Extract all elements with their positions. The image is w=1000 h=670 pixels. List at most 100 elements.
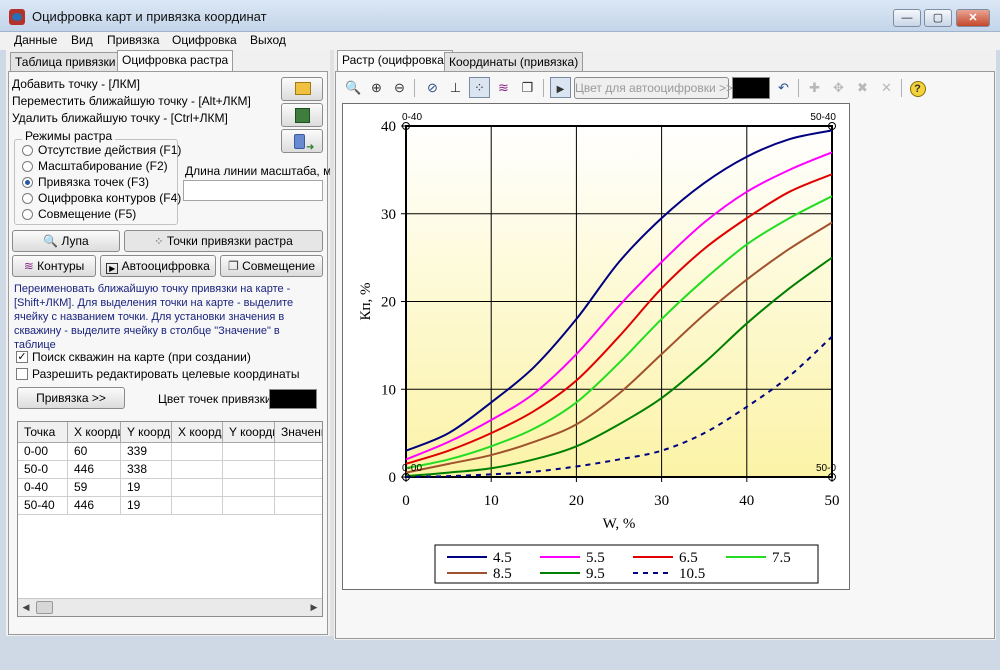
scroll-right-icon[interactable]: ▶	[306, 599, 322, 616]
contours-icon: ≋	[23, 259, 34, 273]
table-cell[interactable]: 59	[68, 479, 121, 497]
table-horizontal-scrollbar[interactable]: ◀ ▶	[18, 598, 322, 616]
table-cell[interactable]: 0-40	[18, 479, 68, 497]
legend-label: 9.5	[586, 566, 605, 582]
autodigit-color-button[interactable]: Цвет для автооцифровки >>	[574, 77, 733, 99]
x-tick-label: 30	[654, 493, 669, 509]
undo-button[interactable]: ↶	[773, 77, 794, 98]
menu-exit[interactable]: Выход	[250, 33, 286, 47]
hint-move-point: Переместить ближайшую точку - [Alt+ЛКМ]	[12, 94, 251, 108]
no-action-tool[interactable]: ⊘	[422, 77, 443, 98]
points-color-swatch[interactable]	[269, 389, 317, 409]
radio-zoom[interactable]	[22, 161, 33, 172]
autodigit-button[interactable]: ▶ Автооцифровка	[100, 255, 216, 277]
contours-button[interactable]: ≋ Контуры	[12, 255, 96, 277]
magnifier-button[interactable]: 🔍 Лупа	[12, 230, 120, 252]
scale-tool[interactable]: ⊥	[445, 77, 466, 98]
table-cell[interactable]	[172, 461, 223, 479]
move-point-button[interactable]: ✥	[828, 77, 849, 98]
combine-tool[interactable]: ❐	[517, 77, 538, 98]
arrow-right-icon: ➜	[306, 142, 315, 153]
zoom-out-button[interactable]: ⊖	[389, 77, 410, 98]
tab-raster[interactable]: Растр (оцифровка)	[337, 50, 453, 72]
search-wells-label: Поиск скважин на карте (при создании)	[32, 350, 251, 364]
column-header-x-source[interactable]: X коорди	[68, 422, 121, 443]
table-cell[interactable]: 50-0	[18, 461, 68, 479]
radio-no-action-label: Отсутствие действия (F1)	[38, 143, 182, 157]
radio-combine-label: Совмещение (F5)	[38, 207, 137, 221]
allow-edit-checkbox[interactable]	[16, 368, 28, 380]
table-cell[interactable]	[172, 443, 223, 461]
column-header-point[interactable]: Точка	[18, 422, 68, 443]
binding-button[interactable]: Привязка >>	[17, 387, 125, 409]
table-cell[interactable]: 19	[121, 479, 172, 497]
table-cell[interactable]	[275, 479, 322, 497]
help-button[interactable]: ?	[907, 77, 928, 98]
export-button[interactable]: ➜	[281, 129, 323, 153]
table-cell[interactable]	[275, 443, 322, 461]
table-cell[interactable]: 339	[121, 443, 172, 461]
zoom-in-button[interactable]: ⊕	[366, 77, 387, 98]
autodigit-color-swatch[interactable]	[732, 77, 770, 99]
y-tick-label: 10	[381, 382, 396, 398]
menu-view[interactable]: Вид	[71, 33, 93, 47]
open-raster-button[interactable]	[281, 77, 323, 101]
menu-data[interactable]: Данные	[14, 33, 57, 47]
points-tool[interactable]: ⁘	[469, 77, 490, 98]
clear-points-button[interactable]: ✕	[876, 77, 897, 98]
save-raster-button[interactable]	[281, 103, 323, 127]
points-mode-button[interactable]: ⁘ Точки привязки растра	[124, 230, 323, 252]
table-cell[interactable]: 446	[68, 461, 121, 479]
scroll-left-icon[interactable]: ◀	[18, 599, 34, 616]
radio-combine[interactable]	[22, 209, 33, 220]
table-cell[interactable]	[275, 497, 322, 515]
radio-contour-digitize[interactable]	[22, 193, 33, 204]
radio-no-action[interactable]	[22, 145, 33, 156]
database-icon	[294, 134, 305, 149]
y-tick-label: 0	[389, 470, 397, 486]
table-cell[interactable]	[275, 461, 322, 479]
table-cell[interactable]	[223, 461, 275, 479]
table-cell[interactable]	[223, 479, 275, 497]
maximize-button[interactable]: ▢	[924, 9, 952, 27]
tab-raster-digitize[interactable]: Оцифровка растра	[117, 50, 234, 72]
search-wells-checkbox[interactable]: ✓	[16, 351, 28, 363]
points-table: Точка X коорди Y коорди X коорди Y коорд…	[17, 421, 323, 617]
tab-coordinates[interactable]: Координаты (привязка)	[444, 52, 584, 72]
delete-point-button[interactable]: ✖	[852, 77, 873, 98]
scale-line-input[interactable]	[183, 180, 323, 201]
close-button[interactable]: ✕	[956, 9, 990, 27]
menu-binding[interactable]: Привязка	[107, 33, 159, 47]
add-point-button[interactable]: ✚	[804, 77, 825, 98]
minimize-button[interactable]: —	[893, 9, 921, 27]
combine-label: Совмещение	[242, 259, 316, 273]
table-cell[interactable]: 60	[68, 443, 121, 461]
binding-point-label: 0-00	[402, 463, 422, 474]
column-header-value[interactable]: Значени	[275, 422, 322, 443]
table-cell[interactable]	[172, 497, 223, 515]
table-cell[interactable]: 50-40	[18, 497, 68, 515]
scroll-thumb[interactable]	[36, 601, 53, 614]
play-icon: ▶	[556, 84, 565, 95]
table-cell[interactable]	[223, 443, 275, 461]
delete-icon: ✖	[857, 80, 868, 95]
table-cell[interactable]	[223, 497, 275, 515]
column-header-x-target[interactable]: X коорди	[172, 422, 223, 443]
combine-button[interactable]: ❐ Совмещение	[220, 255, 323, 277]
menu-digitize[interactable]: Оцифровка	[172, 33, 237, 47]
table-cell[interactable]	[172, 479, 223, 497]
legend-label: 5.5	[586, 550, 605, 566]
contours-tool[interactable]: ≋	[493, 77, 514, 98]
table-cell[interactable]: 446	[68, 497, 121, 515]
table-cell[interactable]: 19	[121, 497, 172, 515]
raster-image[interactable]: 0 10 20 30 40 0 10 20 30 40 50 W, % Кп, % 0-40 50-40 0-…	[342, 103, 850, 590]
radio-point-binding[interactable]	[22, 177, 33, 188]
zoom-fit-button[interactable]: 🔍	[343, 77, 364, 98]
table-cell[interactable]: 338	[121, 461, 172, 479]
table-cell[interactable]: 0-00	[18, 443, 68, 461]
column-header-y-target[interactable]: Y коорди	[223, 422, 275, 443]
autodigit-tool[interactable]: ▶	[550, 77, 571, 98]
tab-binding-table[interactable]: Таблица привязки	[10, 52, 121, 72]
help-line-3: ячейку с названием точки. Для установки …	[14, 311, 285, 323]
column-header-y-source[interactable]: Y коорди	[121, 422, 172, 443]
